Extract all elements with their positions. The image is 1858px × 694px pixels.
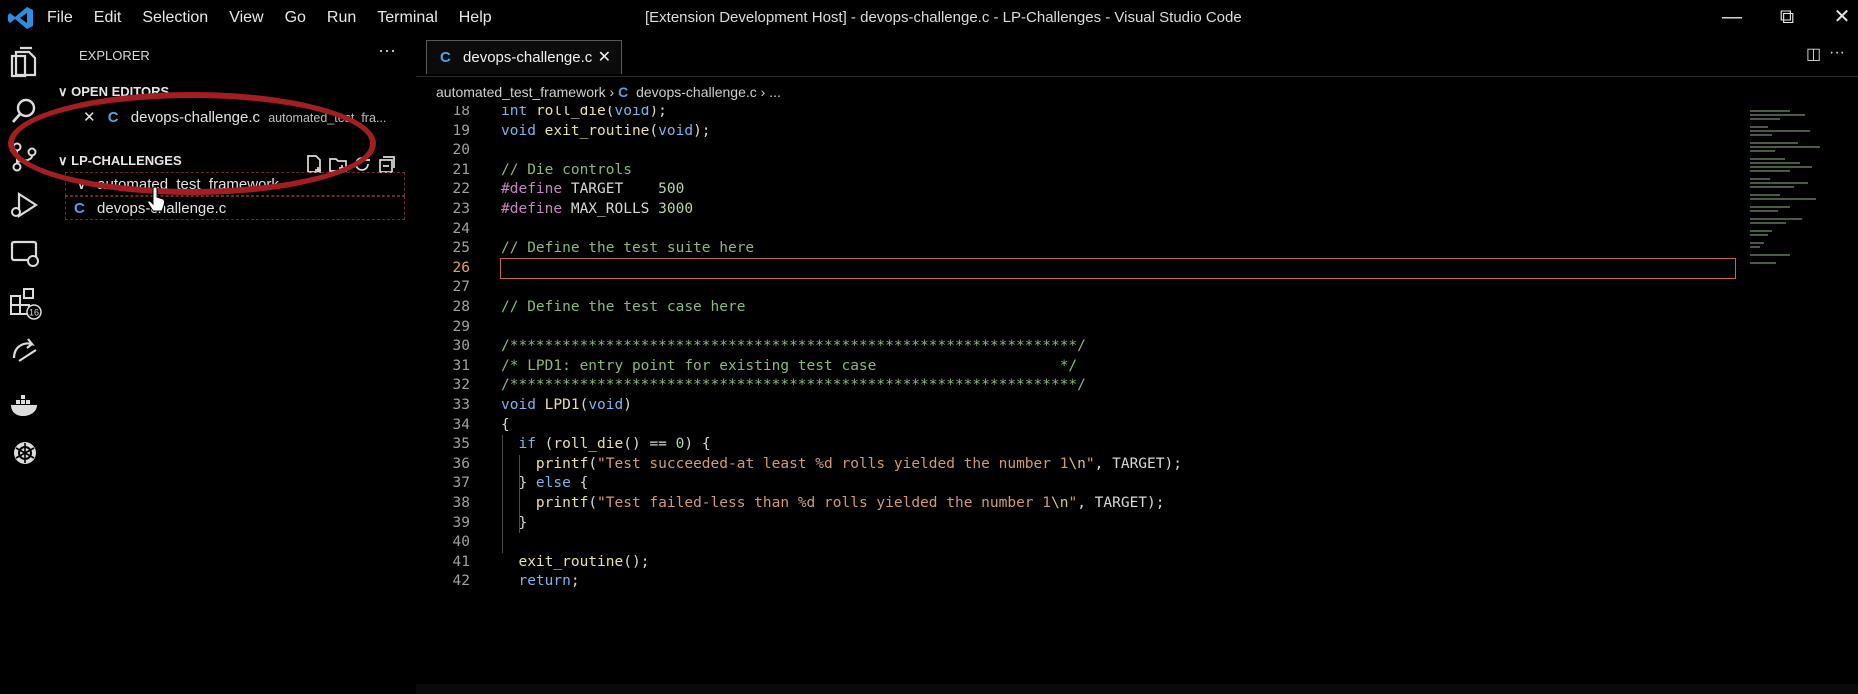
line-number: 42	[452, 573, 470, 590]
minimap-line	[1750, 230, 1772, 232]
breadcrumb-folder[interactable]: automated_test_framework	[436, 84, 606, 100]
menu-go[interactable]: Go	[285, 9, 306, 27]
minimap-line	[1750, 194, 1780, 196]
explorer-more-button[interactable]: ···	[378, 40, 396, 61]
minimap-line	[1750, 158, 1785, 160]
minimap-line	[1750, 222, 1786, 224]
chevron-down-icon: ∨	[76, 176, 87, 193]
folder-name: automated_test_framework	[97, 176, 279, 193]
breadcrumb: automated_test_framework › C devops-chal…	[436, 84, 781, 100]
workspace-title: LP-CHALLENGES	[71, 153, 182, 168]
minimap-line	[1750, 198, 1816, 200]
minimap-line	[1750, 150, 1775, 152]
restore-button[interactable]: ⧉	[1767, 0, 1807, 36]
panel-edge	[416, 684, 1858, 694]
breadcrumb-symbol[interactable]: ...	[769, 84, 781, 100]
minimize-button[interactable]: —	[1712, 0, 1752, 36]
minimap-line	[1750, 118, 1780, 120]
open-editor-item[interactable]: ✕ C devops-challenge.c automated_test_fr…	[83, 108, 386, 126]
c-file-icon: C	[74, 200, 85, 217]
remote-explorer-icon[interactable]	[6, 234, 44, 272]
chevron-right-icon: ›	[609, 84, 619, 100]
minimap-line	[1750, 210, 1778, 212]
minimap-line	[1750, 166, 1812, 168]
code-text: return;	[518, 573, 580, 590]
minimap-line	[1750, 246, 1760, 248]
menu-help[interactable]: Help	[459, 9, 492, 27]
open-editors-title: OPEN EDITORS	[71, 84, 170, 99]
minimap-line	[1750, 186, 1794, 188]
c-file-icon: C	[618, 84, 629, 100]
minimap-line	[1750, 182, 1808, 184]
explorer-sidebar: EXPLORER ··· ∨ OPEN EDITORS ✕ C devops-c…	[52, 36, 416, 694]
editor-tab-bar: C devops-challenge.c ✕ ◫ ···	[416, 36, 1858, 77]
minimap-line	[1750, 114, 1805, 116]
minimap-line	[1750, 146, 1820, 148]
open-editor-path: automated_test_fra...	[268, 111, 387, 125]
minimap-line	[1750, 126, 1768, 128]
extensions-icon[interactable]: 16	[6, 284, 44, 322]
minimap-line	[1750, 170, 1790, 172]
minimap-line	[1750, 234, 1768, 236]
close-window-button[interactable]: ✕	[1822, 0, 1858, 36]
minimap-line	[1750, 262, 1776, 264]
chevron-down-icon: ∨	[58, 153, 68, 168]
docker-icon[interactable]	[6, 386, 44, 424]
open-editors-section[interactable]: ∨ OPEN EDITORS	[58, 84, 169, 100]
run-debug-icon[interactable]	[6, 186, 44, 224]
tab-label: devops-challenge.c	[463, 49, 593, 66]
explorer-icon[interactable]	[6, 44, 44, 82]
file-row[interactable]: C devops-challenge.c	[65, 196, 405, 220]
split-editor-icon[interactable]: ◫	[1806, 44, 1821, 64]
kubernetes-icon[interactable]	[6, 434, 44, 472]
c-file-icon: C	[440, 49, 451, 66]
minimap-line	[1750, 110, 1790, 112]
explorer-header: EXPLORER	[79, 48, 150, 63]
hand-cursor-icon	[147, 187, 166, 212]
window-title: [Extension Development Host] - devops-ch…	[645, 9, 1242, 26]
chevron-down-icon: ∨	[58, 84, 68, 99]
tab-devops-challenge[interactable]: C devops-challenge.c ✕	[426, 40, 622, 74]
minimap-line	[1750, 254, 1790, 256]
indent-guide	[519, 454, 520, 534]
minimap-line	[1750, 142, 1798, 144]
live-share-icon[interactable]	[6, 332, 44, 370]
folder-row[interactable]: ∨ automated_test_framework	[65, 172, 405, 196]
chevron-right-icon: ›	[760, 84, 770, 100]
close-icon[interactable]: ✕	[83, 109, 96, 126]
editor-more-button[interactable]: ···	[1829, 44, 1845, 62]
minimap-line	[1750, 178, 1770, 180]
open-editor-filename: devops-challenge.c	[130, 109, 261, 126]
title-bar: File Edit Selection View Go Run Terminal…	[0, 0, 1858, 36]
minimap-line	[1750, 218, 1802, 220]
code-editor[interactable]: 18 int roll_die(void); 19 void exit_routine…	[416, 106, 1746, 684]
menu-selection[interactable]: Selection	[142, 9, 208, 27]
search-icon[interactable]	[6, 92, 44, 130]
indent-guide	[502, 435, 503, 553]
workspace-section[interactable]: ∨ LP-CHALLENGES	[58, 153, 182, 169]
code-line[interactable]: 42 return;	[416, 570, 1736, 593]
breadcrumb-file[interactable]: devops-challenge.c	[636, 84, 757, 100]
minimap-line	[1750, 162, 1800, 164]
tab-close-icon[interactable]: ✕	[598, 41, 611, 75]
activity-bar: 16	[0, 36, 52, 694]
menu-terminal[interactable]: Terminal	[377, 9, 437, 27]
c-file-icon: C	[107, 109, 119, 126]
menu-run[interactable]: Run	[327, 9, 356, 27]
menu-edit[interactable]: Edit	[94, 9, 122, 27]
minimap-line	[1750, 242, 1764, 244]
menu-bar: File Edit Selection View Go Run Terminal…	[47, 0, 513, 36]
menu-file[interactable]: File	[47, 9, 73, 27]
source-control-icon[interactable]	[6, 138, 44, 176]
minimap-line	[1750, 130, 1810, 132]
minimap[interactable]	[1746, 106, 1858, 686]
minimap-line	[1750, 134, 1772, 136]
vscode-logo	[8, 7, 33, 29]
extensions-badge: 16	[29, 308, 39, 318]
menu-view[interactable]: View	[229, 9, 263, 27]
minimap-line	[1750, 206, 1790, 208]
